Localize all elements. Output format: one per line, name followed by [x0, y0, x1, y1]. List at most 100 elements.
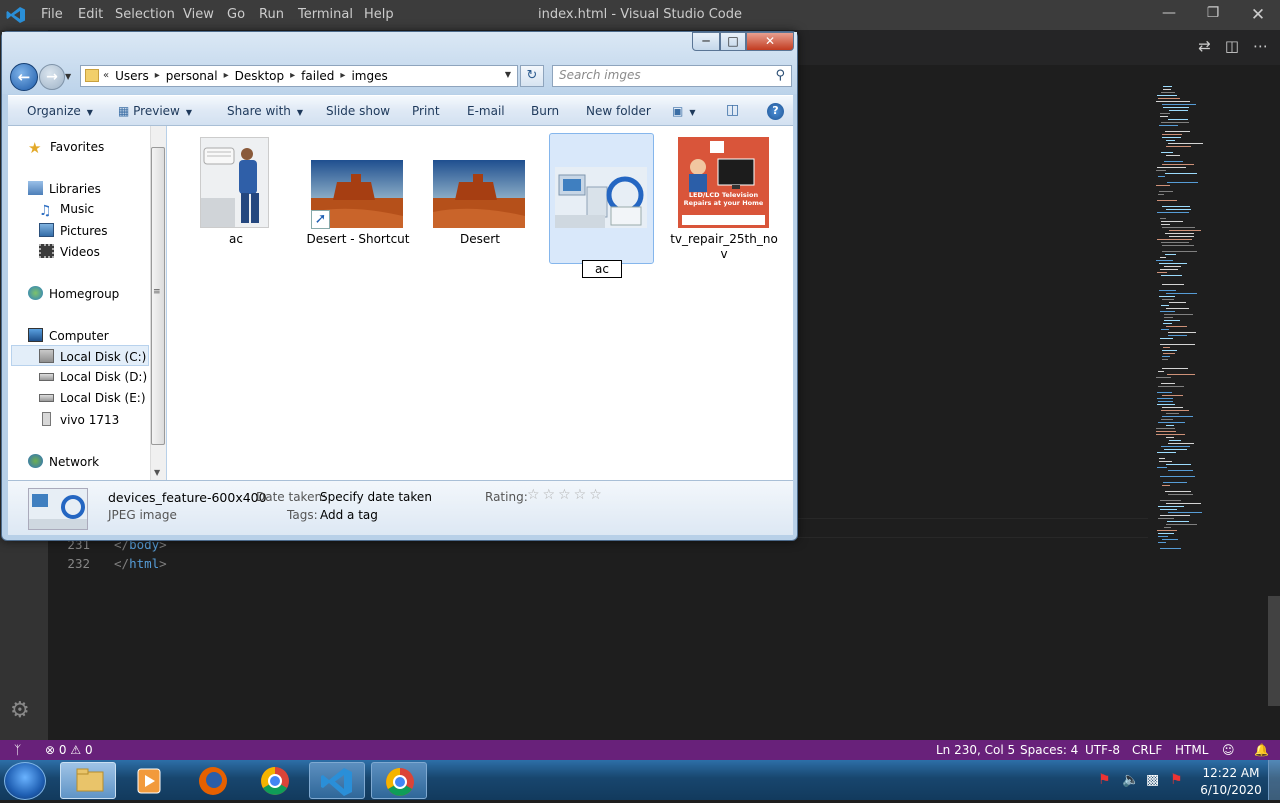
crumb-personal[interactable]: personal	[160, 69, 224, 83]
details-filename: devices_feature-600x400	[108, 490, 267, 505]
address-bar[interactable]: « Users ▸ personal ▸ Desktop ▸ failed ▸ …	[80, 65, 518, 87]
minimize-icon[interactable]: —	[1154, 5, 1184, 25]
desert-thumbnail[interactable]	[433, 160, 525, 228]
restore-icon[interactable]: ❐	[1198, 5, 1228, 25]
date-taken-value[interactable]: Specify date taken	[320, 490, 432, 504]
taskbar-chrome[interactable]	[247, 762, 303, 799]
start-button[interactable]	[4, 762, 46, 800]
taskbar-explorer[interactable]	[60, 762, 116, 799]
search-icon: ⚲	[775, 68, 785, 83]
security-tray-icon[interactable]: ⚑	[1098, 772, 1111, 788]
nav-pictures[interactable]: Pictures	[39, 223, 108, 238]
crumb-desktop[interactable]: Desktop	[229, 69, 291, 83]
menu-help[interactable]: Help	[364, 7, 394, 22]
minimap[interactable]	[1150, 80, 1268, 560]
more-actions-icon[interactable]: ⋯	[1253, 37, 1268, 55]
tags-value[interactable]: Add a tag	[320, 508, 378, 522]
menu-selection[interactable]: Selection	[115, 7, 175, 22]
notifications-bell-icon[interactable]: 🔔	[1254, 743, 1269, 757]
split-editor-icon[interactable]: ◫	[1225, 37, 1239, 55]
menu-run[interactable]: Run	[259, 7, 284, 22]
change-view-button[interactable]: ▣ ▼	[672, 104, 696, 118]
feedback-icon[interactable]: ☺	[1222, 743, 1235, 757]
nav-local-disk-c[interactable]: Local Disk (C:)	[39, 349, 146, 364]
devices-thumbnail[interactable]	[555, 167, 647, 228]
problems-indicator[interactable]: ⊗ 0 ⚠ 0	[45, 743, 93, 757]
menu-go[interactable]: Go	[227, 7, 245, 22]
preview-button[interactable]: ▦ Preview ▼	[118, 104, 192, 118]
menu-terminal[interactable]: Terminal	[298, 7, 353, 22]
rename-input[interactable]: ac	[582, 260, 622, 278]
share-with-button[interactable]: Share with ▼	[227, 104, 303, 118]
nav-local-disk-e[interactable]: Local Disk (E:)	[39, 391, 146, 405]
slide-show-button[interactable]: Slide show	[326, 104, 390, 118]
forward-button[interactable]: →	[39, 64, 65, 90]
file-item-label[interactable]: ac	[184, 232, 288, 246]
action-center-tray-icon[interactable]: ⚑	[1170, 772, 1183, 788]
details-pane: devices_feature-600x400 JPEG image Date …	[8, 480, 793, 535]
explorer-maximize-button[interactable]: □	[720, 32, 746, 51]
nav-favorites[interactable]: ★ Favorites	[28, 139, 104, 157]
warning-icon: ⚠	[70, 743, 82, 757]
new-folder-button[interactable]: New folder	[586, 104, 651, 118]
ac-thumbnail[interactable]	[200, 137, 269, 228]
file-item-label[interactable]: tv_repair_25th_nov	[669, 232, 779, 262]
nav-homegroup[interactable]: Homegroup	[28, 286, 119, 301]
taskbar-firefox[interactable]	[185, 762, 241, 799]
nav-computer[interactable]: Computer	[28, 328, 109, 343]
volume-tray-icon[interactable]: 🔈	[1122, 772, 1139, 788]
remote-icon[interactable]: ᛉ	[14, 743, 21, 757]
menu-edit[interactable]: Edit	[78, 7, 103, 22]
language-mode[interactable]: HTML	[1175, 743, 1208, 757]
print-button[interactable]: Print	[412, 104, 440, 118]
menu-view[interactable]: View	[183, 7, 214, 22]
file-item-label[interactable]: Desert	[428, 232, 532, 246]
taskbar-chrome-2[interactable]	[371, 762, 427, 799]
close-icon[interactable]: ✕	[1243, 5, 1273, 25]
nav-libraries[interactable]: Libraries	[28, 181, 101, 196]
recent-pages-dropdown-icon[interactable]: ▼	[65, 72, 71, 81]
organize-button[interactable]: Organize ▼	[27, 104, 93, 118]
nav-network[interactable]: Network	[28, 454, 99, 469]
network-tray-icon[interactable]: ▩	[1146, 772, 1159, 788]
explorer-close-button[interactable]: ✕	[746, 32, 794, 51]
explorer-minimize-button[interactable]: ─	[692, 32, 720, 51]
refresh-button[interactable]: ↻	[520, 65, 544, 87]
email-button[interactable]: E-mail	[467, 104, 505, 118]
search-input[interactable]: Search imges ⚲	[552, 65, 792, 87]
nav-local-disk-d[interactable]: Local Disk (D:)	[39, 370, 147, 384]
help-icon[interactable]: ?	[767, 103, 784, 120]
nav-videos[interactable]: Videos	[39, 244, 100, 259]
encoding[interactable]: UTF-8	[1085, 743, 1120, 757]
source-control-diff-icon[interactable]: ⇄	[1198, 37, 1211, 55]
taskbar-media-player[interactable]	[122, 762, 178, 799]
show-desktop-button[interactable]	[1268, 760, 1280, 800]
indentation[interactable]: Spaces: 4	[1020, 743, 1078, 757]
minimap-line	[1166, 308, 1189, 309]
end-of-line[interactable]: CRLF	[1132, 743, 1162, 757]
crumb-failed[interactable]: failed	[295, 69, 340, 83]
rating-stars[interactable]: ☆☆☆☆☆	[527, 487, 605, 503]
videos-icon	[39, 244, 54, 258]
scroll-down-arrow-icon[interactable]: ▼	[154, 468, 160, 477]
taskbar-clock[interactable]: 12:22 AM 6/10/2020	[1198, 765, 1264, 799]
taskbar-vscode[interactable]	[309, 762, 365, 799]
tv-repair-thumbnail[interactable]: LED/LCD Television Repairs at your Home	[678, 137, 769, 228]
crumb-imges[interactable]: imges	[345, 69, 393, 83]
minimap-line	[1158, 518, 1174, 519]
menu-file[interactable]: File	[41, 7, 63, 22]
preview-pane-icon[interactable]: ◫	[726, 102, 739, 118]
nav-music[interactable]: ♫ Music	[39, 202, 94, 219]
manage-gear-icon[interactable]: ⚙	[10, 698, 36, 724]
file-item-label[interactable]: Desert - Shortcut	[306, 232, 410, 246]
crumb-users[interactable]: Users	[109, 69, 155, 83]
editor-actions: ⇄ ◫ ⋯	[1198, 37, 1268, 55]
nav-vivo-device[interactable]: vivo 1713	[39, 412, 119, 427]
cursor-position[interactable]: Ln 230, Col 5	[936, 743, 1015, 757]
burn-button[interactable]: Burn	[531, 104, 559, 118]
back-button[interactable]: ←	[10, 63, 38, 91]
editor-scrollbar-thumb[interactable]	[1268, 596, 1280, 706]
address-dropdown-icon[interactable]: ▼	[505, 70, 511, 79]
minimap-line	[1166, 425, 1174, 426]
code-line[interactable]: 232 </html>	[48, 556, 166, 575]
